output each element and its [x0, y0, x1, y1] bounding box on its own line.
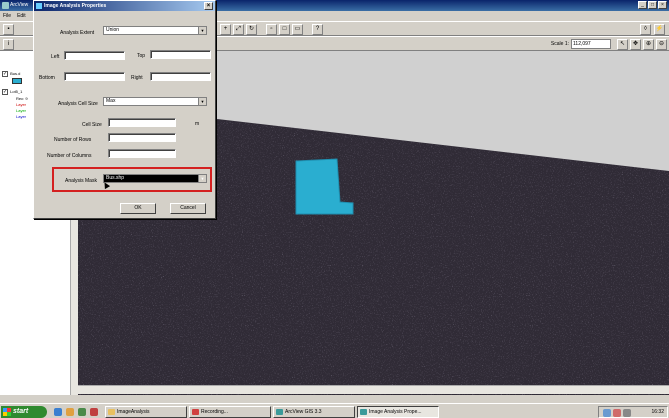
analysis-mask-value: Bus.shp	[106, 175, 125, 181]
cell-size-label: Cell Size	[82, 122, 102, 128]
zoom-tool-icon[interactable]: ⊕	[643, 39, 654, 50]
close-button[interactable]: ×	[658, 1, 667, 9]
polygon-swatch	[12, 78, 22, 84]
task-label: ImageAnalysis	[117, 409, 150, 415]
network-icon[interactable]	[603, 409, 611, 417]
legend-item: Layer	[16, 102, 27, 107]
cell-size-field[interactable]	[108, 118, 176, 127]
analysis-mask-select[interactable]: Bus.shp ▼	[103, 174, 207, 183]
arcview-icon	[276, 409, 283, 415]
columns-label: Number of Columns	[47, 153, 92, 159]
refresh-icon[interactable]: ↻	[246, 24, 257, 35]
analysis-extent-value: Union	[106, 27, 120, 33]
layer-name: Bus.d	[10, 71, 21, 76]
clock: 16:32	[651, 409, 664, 415]
map-scrollbar[interactable]	[78, 385, 669, 394]
clear-selection-icon[interactable]: ▭	[292, 24, 303, 35]
right-field[interactable]	[150, 72, 211, 81]
ie-icon[interactable]	[54, 408, 62, 416]
zoom-extent-icon[interactable]: ⤢	[233, 24, 244, 35]
layer-row-1[interactable]: ✓ Bus.d	[2, 71, 20, 77]
antivirus-icon[interactable]	[613, 409, 621, 417]
layer-row-2[interactable]: ✓ Lot5_1	[2, 89, 22, 95]
image-analysis-properties-dialog: Image Analysis Properties × Analysis Ext…	[33, 0, 216, 219]
left-field[interactable]	[64, 51, 125, 60]
chevron-down-icon[interactable]: ▼	[198, 175, 206, 182]
minimize-button[interactable]: _	[638, 1, 647, 9]
task-image-analysis-properties[interactable]: Image Analysis Prope...	[357, 406, 439, 418]
dialog-close-button[interactable]: ×	[204, 2, 213, 10]
cell-size-unit: m	[195, 121, 200, 127]
dialog-icon	[36, 3, 42, 9]
frame-icon[interactable]: □	[279, 24, 290, 35]
find-icon[interactable]: ◊	[640, 24, 651, 35]
desktop-icon[interactable]	[78, 408, 86, 416]
app-title: ArcView	[10, 2, 29, 8]
layer-checkbox[interactable]: ✓	[2, 89, 8, 95]
rows-label: Number of Rows	[54, 137, 92, 143]
task-label: ArcView GIS 3.3	[285, 409, 322, 415]
info-icon[interactable]: i	[3, 39, 14, 50]
ok-button[interactable]: OK	[120, 203, 156, 214]
task-label: Recording...	[201, 409, 228, 415]
scale-label: Scale 1:	[550, 41, 569, 47]
menu-file[interactable]: File	[3, 11, 11, 21]
analysis-mask-label: Analysis Mask	[65, 178, 97, 184]
hotlink-icon[interactable]: ⚡	[654, 24, 665, 35]
pointer-icon[interactable]: ↖	[617, 39, 628, 50]
left-label: Left	[51, 54, 60, 60]
layer-name: Lot5_1	[10, 89, 23, 94]
cancel-button[interactable]: Cancel	[170, 203, 206, 214]
top-field[interactable]	[150, 50, 211, 59]
arcview-icon	[360, 409, 367, 415]
cell-size-option-value: Max	[106, 98, 116, 104]
maximize-button[interactable]: □	[648, 1, 657, 9]
bottom-field[interactable]	[64, 72, 125, 81]
rows-field[interactable]	[108, 133, 176, 142]
explorer-icon[interactable]	[66, 408, 74, 416]
media-icon[interactable]	[90, 408, 98, 416]
volume-icon[interactable]	[623, 409, 631, 417]
arcview-icon	[2, 2, 9, 9]
zoom-in-icon[interactable]: +	[220, 24, 231, 35]
folder-icon	[108, 409, 115, 415]
layer-checkbox[interactable]: ✓	[2, 71, 8, 77]
taskbar: start ImageAnalysis Recording... ArcView…	[0, 403, 669, 418]
analysis-extent-label: Analysis Extent	[60, 30, 95, 36]
legend-item: Layer	[16, 108, 27, 113]
select-icon[interactable]: ▫	[266, 24, 277, 35]
zoom-out-tool-icon[interactable]: ⊖	[656, 39, 667, 50]
cell-size-option-select[interactable]: Max ▼	[103, 97, 207, 106]
task-arcview[interactable]: ArcView GIS 3.3	[273, 406, 355, 418]
record-icon	[192, 409, 199, 415]
windows-flag-icon	[3, 408, 11, 416]
start-button[interactable]: start	[1, 406, 47, 418]
task-label: Image Analysis Prope...	[369, 409, 422, 415]
menu-edit[interactable]: Edit	[17, 11, 26, 21]
scale-input[interactable]: 112,097	[571, 39, 611, 49]
chevron-down-icon[interactable]: ▼	[198, 98, 206, 105]
right-label: Right	[131, 75, 143, 81]
dialog-title: Image Analysis Properties	[44, 3, 107, 9]
dialog-titlebar[interactable]: Image Analysis Properties ×	[34, 1, 215, 11]
legend-item: Layer	[16, 114, 27, 119]
help-icon[interactable]: ?	[312, 24, 323, 35]
save-icon[interactable]: ▪	[3, 24, 14, 35]
bottom-label: Bottom	[39, 75, 55, 81]
task-imageanalysis[interactable]: ImageAnalysis	[105, 406, 187, 418]
layer-sub-label: Rec: 9	[16, 96, 28, 101]
start-label: start	[13, 408, 29, 415]
top-label: Top	[137, 53, 146, 59]
pan-icon[interactable]: ✥	[630, 39, 641, 50]
system-tray: 16:32	[598, 406, 668, 418]
cell-size-option-label: Analysis Cell Size	[58, 101, 98, 107]
analysis-extent-select[interactable]: Union ▼	[103, 26, 207, 35]
task-recording[interactable]: Recording...	[189, 406, 271, 418]
chevron-down-icon[interactable]: ▼	[198, 27, 206, 34]
columns-field[interactable]	[108, 149, 176, 158]
window-controls: _ □ ×	[638, 1, 667, 9]
